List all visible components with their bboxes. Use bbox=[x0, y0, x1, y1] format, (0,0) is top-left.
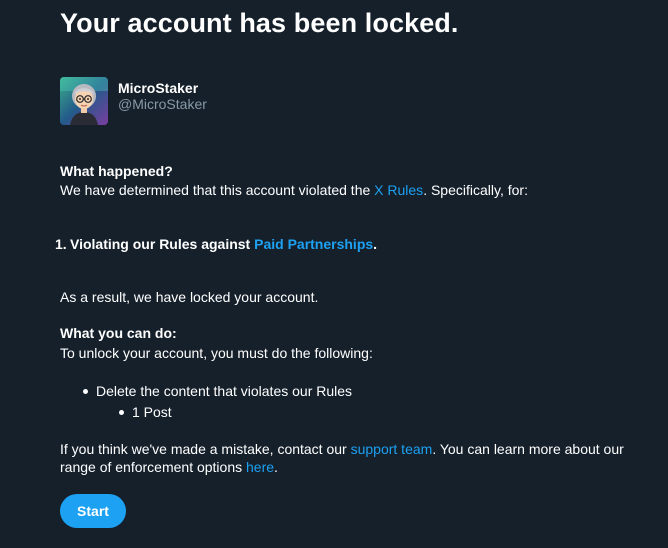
what-happened-text-start: We have determined that this account vio… bbox=[60, 182, 375, 198]
violation-text-end: . bbox=[373, 236, 378, 252]
memoji-avatar-icon[interactable] bbox=[60, 77, 108, 125]
what-happened-text: We have determined that this account vio… bbox=[60, 182, 528, 199]
enforcement-options-link[interactable]: here bbox=[246, 459, 274, 475]
paid-partnerships-link[interactable]: Paid Partnerships bbox=[254, 236, 373, 252]
step-list-item: Delete the content that violates our Rul… bbox=[83, 383, 352, 400]
bullet-icon bbox=[119, 409, 124, 415]
account-name[interactable]: MicroStaker bbox=[118, 80, 207, 96]
bullet-icon bbox=[83, 388, 88, 394]
start-button[interactable]: Start bbox=[60, 494, 126, 528]
what-you-can-do-heading: What you can do: bbox=[60, 325, 177, 341]
mistake-text-line2-start: range of enforcement options bbox=[60, 459, 247, 475]
violation-item: Violating our Rules against Paid Partner… bbox=[70, 236, 377, 253]
what-happened-text-end: . Specifically, for: bbox=[423, 182, 528, 198]
account-text: MicroStaker @MicroStaker bbox=[118, 80, 207, 112]
violation-number: 1. bbox=[55, 236, 67, 252]
sub-step-list-item: 1 Post bbox=[119, 404, 172, 421]
what-happened-heading: What happened? bbox=[60, 163, 173, 179]
mistake-text-middle: . You can learn more about our bbox=[432, 441, 624, 457]
mistake-text-start: If you think we've made a mistake, conta… bbox=[60, 441, 351, 457]
support-team-link[interactable]: support team bbox=[351, 441, 433, 457]
x-rules-link[interactable]: X Rules bbox=[374, 182, 423, 198]
account-handle[interactable]: @MicroStaker bbox=[118, 96, 207, 112]
account-info: MicroStaker @MicroStaker bbox=[60, 77, 207, 125]
what-you-can-do-intro: To unlock your account, you must do the … bbox=[60, 345, 373, 361]
violation-text-start: Violating our Rules against bbox=[70, 236, 255, 252]
step-text: Delete the content that violates our Rul… bbox=[96, 383, 353, 399]
result-text: As a result, we have locked your account… bbox=[60, 289, 319, 305]
sub-step-text: 1 Post bbox=[132, 404, 172, 420]
page-title: Your account has been locked. bbox=[60, 8, 459, 38]
mistake-text-line2-end: . bbox=[274, 459, 278, 475]
mistake-text-line2: range of enforcement options here. bbox=[60, 459, 278, 476]
mistake-text-line1: If you think we've made a mistake, conta… bbox=[60, 441, 624, 458]
